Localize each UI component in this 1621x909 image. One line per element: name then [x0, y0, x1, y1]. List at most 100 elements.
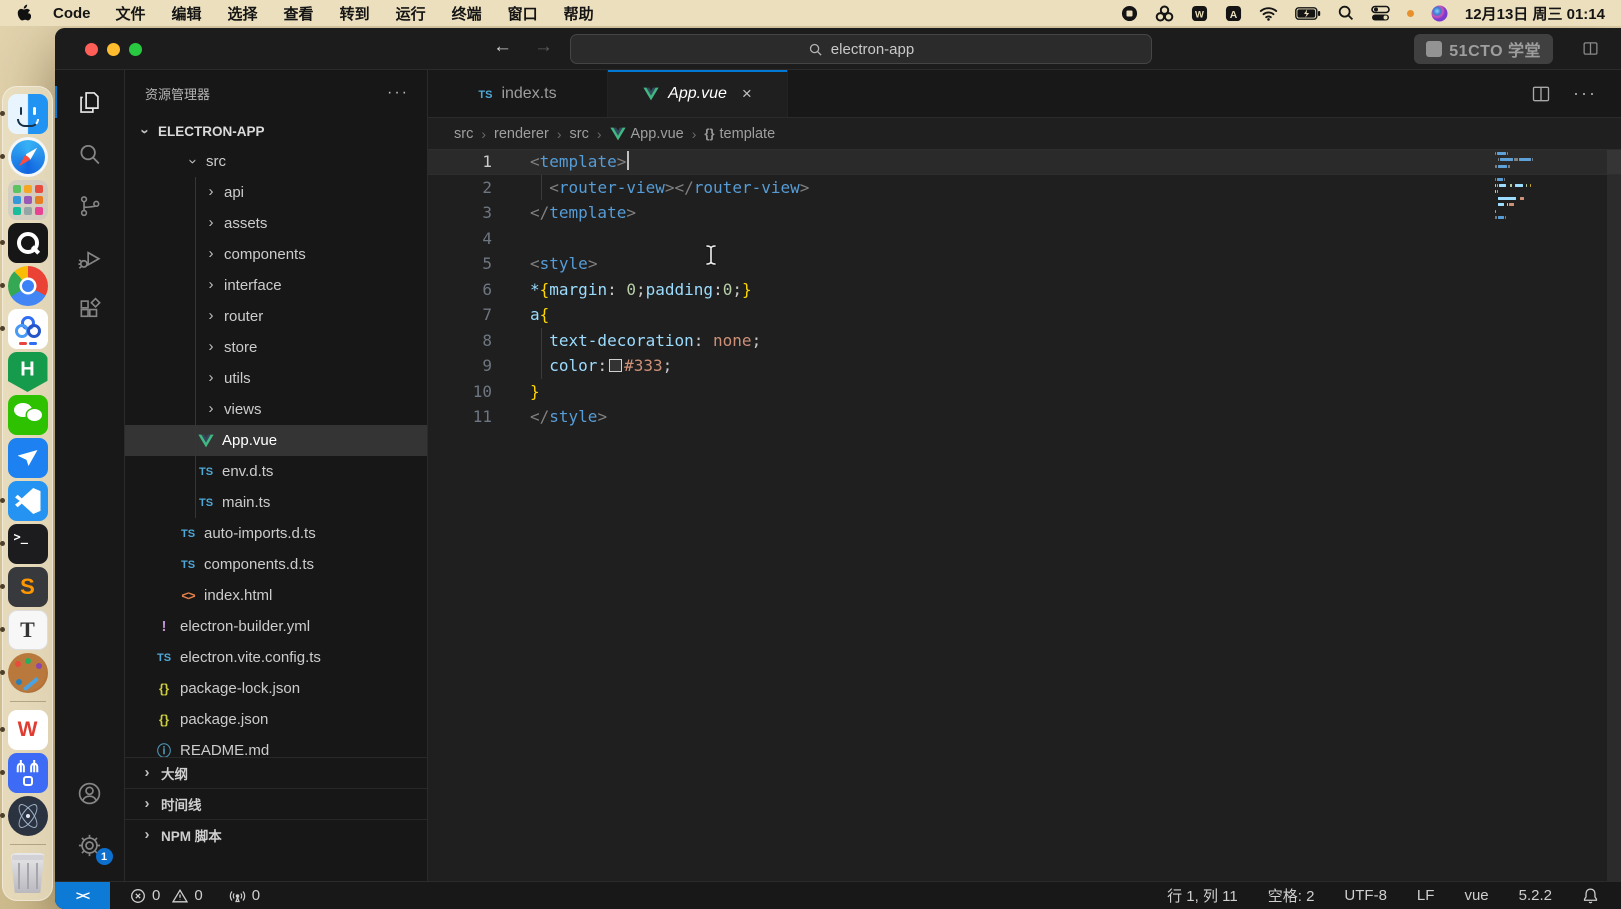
control-center-icon[interactable]: [1371, 4, 1390, 22]
breadcrumb-item-App.vue[interactable]: App.vue: [610, 126, 684, 142]
close-window-button[interactable]: [85, 43, 98, 56]
menu-app-name[interactable]: Code: [41, 5, 103, 22]
explorer-more-actions-icon[interactable]: ···: [387, 84, 409, 102]
tree-item-components[interactable]: ›components: [125, 239, 427, 270]
breadcrumb-item-src[interactable]: src: [454, 126, 473, 142]
ports-indicator[interactable]: 0: [229, 887, 260, 904]
sidebar-section-大纲[interactable]: ›大纲: [125, 757, 427, 788]
status--2[interactable]: 空格: 2: [1268, 885, 1315, 906]
menu-item-选择[interactable]: 选择: [215, 6, 271, 23]
close-tab-icon[interactable]: ×: [742, 84, 752, 104]
wps-icon[interactable]: W: [1191, 4, 1208, 22]
breadcrumb-item-src[interactable]: src: [570, 126, 589, 142]
status--1-11[interactable]: 行 1, 列 11: [1167, 885, 1238, 906]
breadcrumb[interactable]: src›renderer›src›App.vue›{}template: [428, 118, 1621, 149]
tree-item-auto-imports.d.ts[interactable]: TSauto-imports.d.ts: [125, 518, 427, 549]
tree-item-package-lock.json[interactable]: {}package-lock.json: [125, 673, 427, 704]
dock-app-deer-security-app[interactable]: ⋔⋔: [8, 753, 48, 793]
link-circles-icon[interactable]: [1155, 4, 1174, 22]
code-line-10[interactable]: 10}: [428, 379, 1621, 405]
dock-app-launchpad[interactable]: [8, 180, 48, 220]
dock-app-terminal[interactable]: >_: [8, 524, 48, 564]
dock-app-trash[interactable]: [8, 853, 48, 893]
search-icon[interactable]: [1338, 4, 1354, 22]
dock-app-hbuilderx[interactable]: H: [8, 352, 48, 392]
code-line-3[interactable]: 3</template>: [428, 200, 1621, 226]
tree-item-components.d.ts[interactable]: TScomponents.d.ts: [125, 549, 427, 580]
customize-layout-icon[interactable]: [1582, 40, 1599, 57]
editor-tab-index.ts[interactable]: TSindex.ts: [428, 70, 608, 117]
code-line-8[interactable]: 8 text-decoration: none;: [428, 328, 1621, 354]
dock-app-textedit[interactable]: T: [8, 610, 48, 650]
status-5-2-2[interactable]: 5.2.2: [1519, 887, 1552, 904]
menu-item-文件[interactable]: 文件: [103, 6, 159, 23]
battery-icon[interactable]: [1295, 4, 1321, 22]
tree-item-electron.vite.config.ts[interactable]: TSelectron.vite.config.ts: [125, 642, 427, 673]
activity-settings[interactable]: 1: [55, 819, 125, 871]
tree-item-views[interactable]: ›views: [125, 394, 427, 425]
breadcrumb-item-template[interactable]: {}template: [704, 126, 775, 142]
editor-tab-App.vue[interactable]: App.vue×: [608, 70, 788, 117]
menu-item-运行[interactable]: 运行: [383, 6, 439, 23]
tree-item-router[interactable]: ›router: [125, 301, 427, 332]
sidebar-section-NPM 脚本[interactable]: ›NPM 脚本: [125, 819, 427, 850]
activity-explorer[interactable]: [55, 76, 125, 128]
tree-item-src[interactable]: ›src: [125, 146, 427, 177]
nav-forward-button[interactable]: →: [534, 36, 553, 58]
tree-item-index.html[interactable]: <>index.html: [125, 580, 427, 611]
dock-app-finder[interactable]: [8, 94, 48, 134]
tree-item-assets[interactable]: ›assets: [125, 208, 427, 239]
input-a-icon[interactable]: A: [1225, 4, 1242, 22]
dock-app-sublime-text[interactable]: S: [8, 567, 48, 607]
tree-item-api[interactable]: ›api: [125, 177, 427, 208]
code-line-1[interactable]: 1<template>: [428, 149, 1621, 175]
menu-item-转到[interactable]: 转到: [327, 6, 383, 23]
dock-app-quicktime[interactable]: [8, 223, 48, 263]
menu-item-终端[interactable]: 终端: [439, 6, 495, 23]
activity-run-debug[interactable]: [55, 232, 125, 284]
zoom-window-button[interactable]: [129, 43, 142, 56]
tree-item-App.vue[interactable]: App.vue: [125, 425, 427, 456]
activity-account[interactable]: [55, 767, 125, 819]
tree-item-electron-builder.yml[interactable]: !electron-builder.yml: [125, 611, 427, 642]
tree-root-electron-app[interactable]: › ELECTRON-APP: [125, 116, 427, 146]
nav-back-button[interactable]: ←: [493, 36, 512, 58]
dock-app-safari[interactable]: [8, 137, 48, 177]
breadcrumb-item-renderer[interactable]: renderer: [494, 126, 549, 142]
code-line-6[interactable]: 6*{margin: 0;padding:0;}: [428, 277, 1621, 303]
menu-clock[interactable]: 12月13日 周三 01:14: [1465, 3, 1605, 24]
menu-item-窗口[interactable]: 窗口: [495, 6, 551, 23]
status-LF[interactable]: LF: [1417, 887, 1435, 904]
code-line-11[interactable]: 11</style>: [428, 404, 1621, 430]
apple-logo-icon[interactable]: [16, 4, 31, 22]
minimize-window-button[interactable]: [107, 43, 120, 56]
code-line-4[interactable]: 4: [428, 226, 1621, 252]
dock-app-atom-app[interactable]: [8, 796, 48, 836]
record-icon[interactable]: [1121, 4, 1138, 22]
status-UTF-8[interactable]: UTF-8: [1344, 887, 1387, 904]
code-editor[interactable]: 1<template>2 <router-view></router-view>…: [428, 149, 1621, 881]
menu-item-帮助[interactable]: 帮助: [551, 6, 607, 23]
activity-search[interactable]: [55, 128, 125, 180]
problems-indicator[interactable]: 0 0: [130, 887, 203, 904]
dock-app-dingtalk[interactable]: [8, 438, 48, 478]
tree-item-utils[interactable]: ›utils: [125, 363, 427, 394]
tree-item-interface[interactable]: ›interface: [125, 270, 427, 301]
dock-app-chrome[interactable]: [8, 266, 48, 306]
siri-icon[interactable]: [1431, 4, 1448, 22]
remote-indicator[interactable]: ><: [55, 882, 110, 909]
activity-source-control[interactable]: [55, 180, 125, 232]
menu-item-编辑[interactable]: 编辑: [159, 6, 215, 23]
activity-extensions[interactable]: [55, 284, 125, 336]
split-editor-icon[interactable]: [1531, 84, 1551, 104]
bell-icon[interactable]: [1582, 887, 1599, 904]
dock-app-vscode[interactable]: [8, 481, 48, 521]
menu-item-查看[interactable]: 查看: [271, 6, 327, 23]
wifi-icon[interactable]: [1259, 4, 1278, 22]
command-center-search[interactable]: electron-app: [570, 34, 1152, 64]
dock-app-paint-app[interactable]: [8, 653, 48, 693]
code-line-2[interactable]: 2 <router-view></router-view>: [428, 175, 1621, 201]
dock-app-blue-circles-app[interactable]: [8, 309, 48, 349]
code-line-9[interactable]: 9 color:#333;: [428, 353, 1621, 379]
tree-item-main.ts[interactable]: TSmain.ts: [125, 487, 427, 518]
